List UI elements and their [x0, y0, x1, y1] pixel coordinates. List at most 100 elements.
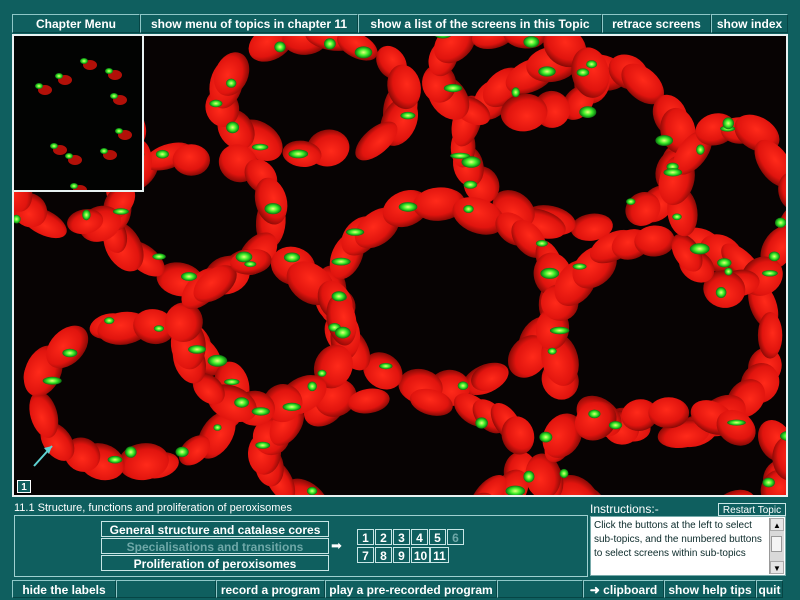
peroxisome: [354, 46, 373, 59]
peroxisome: [775, 217, 786, 228]
peroxisome: [722, 117, 734, 130]
peroxisome: [226, 121, 240, 134]
play-program-button[interactable]: play a pre-recorded program: [325, 580, 497, 598]
peroxisome: [696, 144, 705, 155]
peroxisome: [251, 143, 269, 151]
peroxisome: [125, 446, 137, 458]
peroxisome: [540, 267, 560, 279]
peroxisome: [523, 470, 535, 483]
peroxisome: [576, 68, 590, 77]
peroxisome: [538, 66, 556, 77]
screen-button-1[interactable]: 1: [357, 529, 374, 545]
peroxisome: [717, 258, 732, 268]
peroxisome: [213, 424, 222, 431]
screen-button-4[interactable]: 4: [411, 529, 428, 545]
inset-peroxisome: [55, 73, 63, 79]
peroxisome: [443, 84, 463, 93]
peroxisome: [264, 203, 282, 215]
peroxisome: [274, 41, 286, 53]
peroxisome: [226, 78, 237, 88]
peroxisome: [307, 381, 317, 392]
peroxisome: [331, 257, 351, 266]
show-index-button[interactable]: show index: [711, 14, 788, 33]
clipboard-button[interactable]: ➜ clipboard: [583, 580, 664, 598]
peroxisome: [762, 477, 775, 488]
inset-peroxisome: [115, 128, 123, 134]
peroxisome: [317, 369, 327, 377]
peroxisome: [559, 468, 569, 479]
peroxisome: [511, 87, 520, 98]
instructions-scrollbar[interactable]: ▲ ▼: [769, 518, 784, 574]
peroxisome: [282, 402, 301, 411]
peroxisome: [715, 287, 727, 298]
peroxisome: [689, 243, 710, 255]
inset-peroxisome: [110, 93, 118, 99]
peroxisome: [335, 326, 351, 339]
peroxisome: [288, 149, 309, 159]
peroxisome: [762, 270, 778, 277]
screens-list-button[interactable]: show a list of the screens in this Topic: [358, 14, 602, 33]
screen-button-2[interactable]: 2: [375, 529, 392, 545]
screen-button-9[interactable]: 9: [393, 547, 410, 563]
peroxisome: [768, 251, 780, 262]
peroxisome: [283, 252, 301, 263]
peroxisome: [107, 455, 123, 464]
hide-labels-button[interactable]: hide the labels: [12, 580, 116, 598]
peroxisome: [549, 326, 570, 335]
inset-fluorescence-image: [14, 36, 142, 195]
inset-micrograph: [12, 34, 144, 195]
peroxisome: [463, 205, 474, 213]
peroxisome: [42, 376, 62, 385]
screen-button-7[interactable]: 7: [357, 547, 374, 563]
peroxisome: [251, 407, 270, 416]
peroxisome: [672, 213, 682, 221]
help-tips-button[interactable]: show help tips: [664, 580, 756, 598]
topics-menu-button[interactable]: show menu of topics in chapter 11: [140, 14, 358, 33]
peroxisome: [224, 378, 240, 386]
screen-button-10[interactable]: 10: [411, 547, 430, 563]
retrace-screens-button[interactable]: retrace screens: [602, 14, 711, 33]
inset-peroxisome: [70, 183, 78, 189]
peroxisome: [181, 272, 197, 281]
peroxisome: [152, 253, 166, 260]
scroll-down-icon[interactable]: ▼: [770, 561, 784, 574]
inset-peroxisome: [100, 148, 108, 154]
peroxisome: [62, 348, 78, 358]
peroxisome: [379, 363, 393, 370]
peroxisome: [104, 317, 115, 325]
peroxisome: [153, 325, 164, 332]
peroxisome: [663, 168, 683, 177]
peroxisome: [82, 209, 91, 221]
blank-toolbar-slot-2: [497, 580, 583, 598]
subtopic-general-structure[interactable]: General structure and catalase cores: [101, 521, 329, 537]
peroxisome: [234, 397, 250, 408]
inset-peroxisome: [80, 58, 88, 64]
scroll-thumb[interactable]: [771, 536, 782, 552]
topic-caption: 11.1 Structure, functions and proliferat…: [14, 502, 293, 514]
peroxisome: [400, 111, 416, 120]
peroxisome: [331, 291, 347, 302]
screen-button-5[interactable]: 5: [429, 529, 446, 545]
inset-peroxisome: [35, 83, 43, 89]
restart-topic-button[interactable]: Restart Topic: [718, 503, 786, 516]
peroxisome: [324, 38, 336, 50]
peroxisome: [188, 345, 206, 354]
peroxisome: [608, 421, 623, 430]
chapter-menu-button[interactable]: Chapter Menu: [12, 14, 140, 33]
subtopic-proliferation[interactable]: Proliferation of peroxisomes: [101, 555, 329, 571]
subtopic-specialisations[interactable]: Specialisations and transitions: [101, 538, 329, 554]
screen-button-11[interactable]: 11: [430, 547, 449, 563]
screen-button-8[interactable]: 8: [375, 547, 392, 563]
peroxisome: [572, 263, 587, 270]
quit-button[interactable]: quit: [756, 580, 783, 598]
peroxisome: [586, 60, 598, 69]
peroxisome: [579, 106, 597, 118]
peroxisome: [207, 354, 228, 367]
screen-button-6[interactable]: 6: [447, 529, 464, 545]
record-program-button[interactable]: record a program: [216, 580, 325, 598]
peroxisome: [457, 381, 469, 391]
scroll-up-icon[interactable]: ▲: [770, 518, 784, 531]
instructions-title: Instructions:-: [590, 502, 659, 516]
screen-number-marker: 1: [17, 480, 31, 493]
screen-button-3[interactable]: 3: [393, 529, 410, 545]
